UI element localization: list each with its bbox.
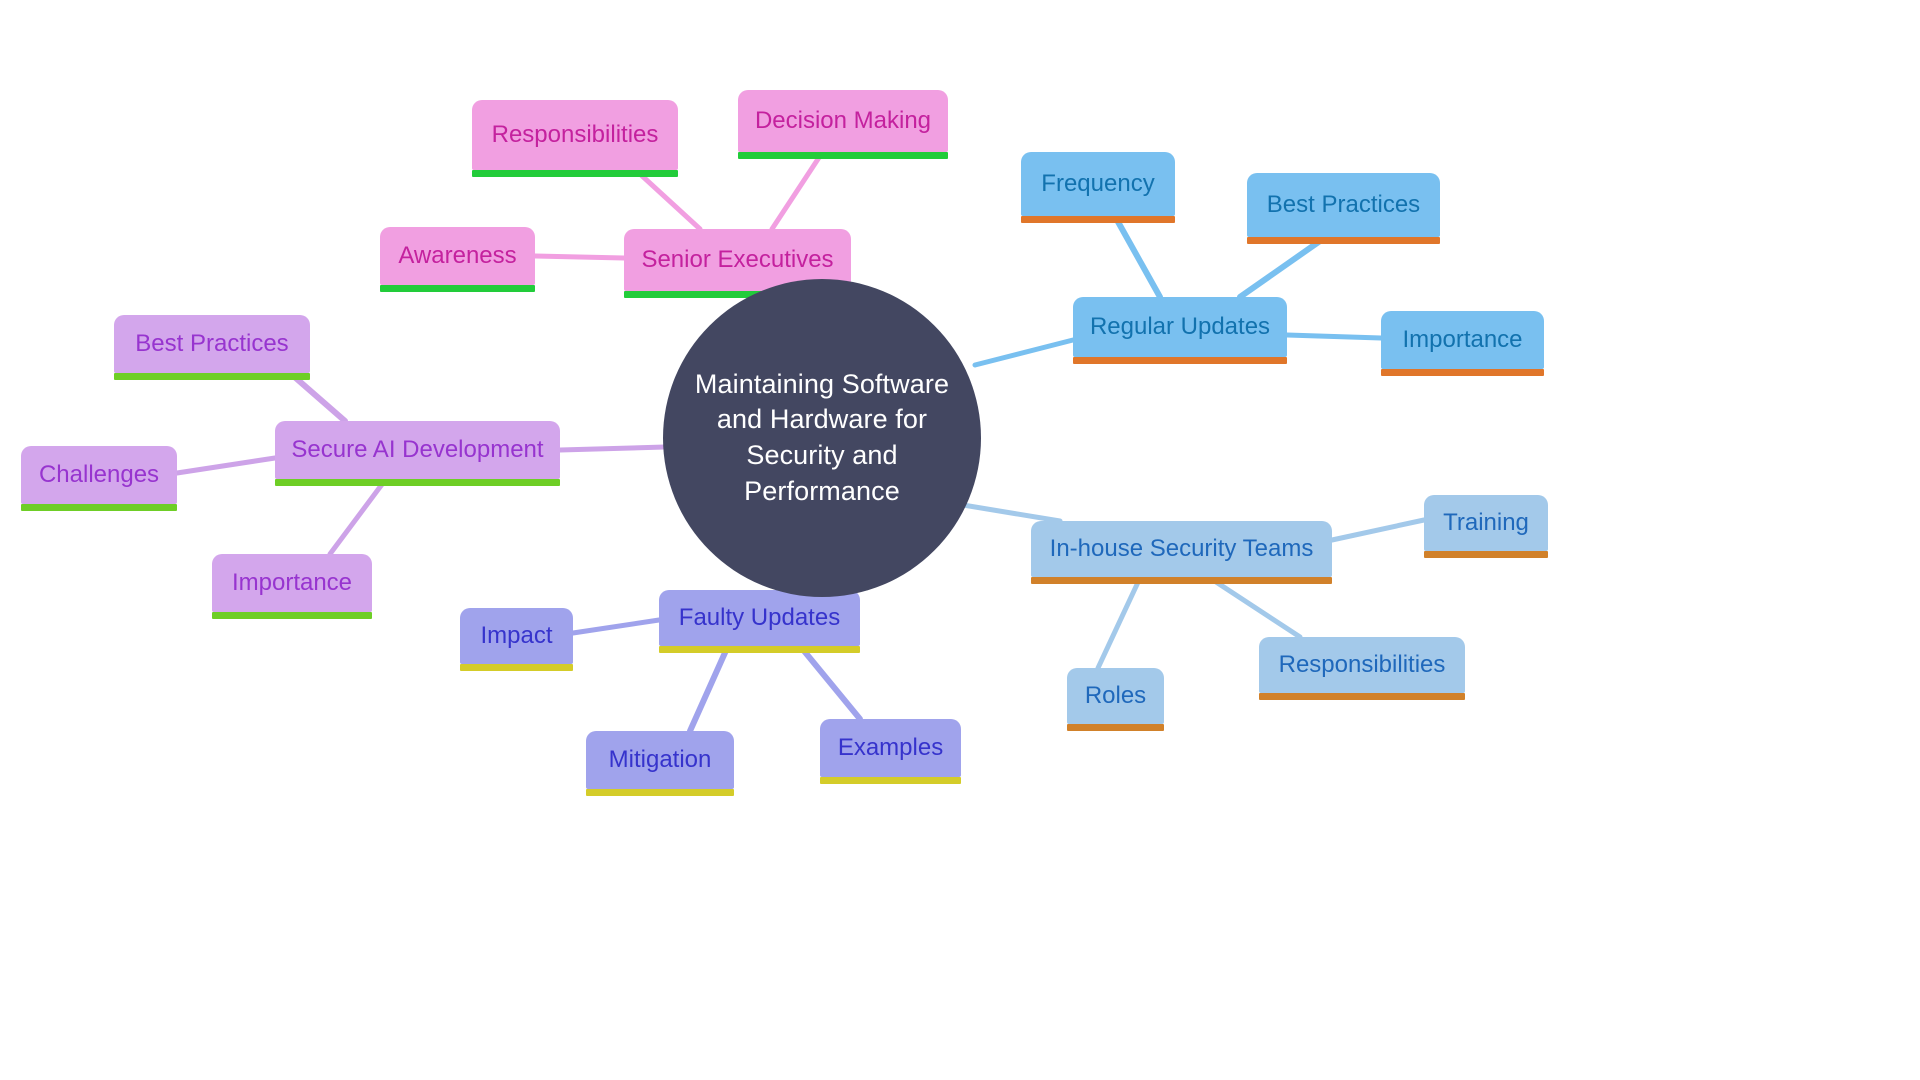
node-label: Mitigation <box>608 745 712 773</box>
node-accent-underline <box>275 479 560 486</box>
node-accent-underline <box>659 646 860 653</box>
edge-senior-executives-to-decision-making <box>769 153 823 232</box>
node-label: Best Practices <box>135 329 289 357</box>
branch-child-node-awareness[interactable]: Awareness <box>380 227 535 292</box>
branch-child-node-frequency[interactable]: Frequency <box>1021 152 1175 223</box>
node-accent-underline <box>820 777 961 784</box>
edge-regular-updates-to-best-practices <box>1237 238 1323 300</box>
node-accent-underline <box>1021 216 1175 223</box>
central-topic-label: Maintaining Software and Hardware for Se… <box>694 368 950 506</box>
node-accent-underline <box>114 373 310 380</box>
node-accent-underline <box>212 612 372 619</box>
node-label: Faulty Updates <box>678 603 841 631</box>
edge-in-house-security-teams-to-roles <box>1095 575 1143 671</box>
node-accent-underline <box>1247 237 1440 244</box>
branch-child-node-best-practices[interactable]: Best Practices <box>114 315 310 380</box>
edge-center-to-secure-ai-development <box>557 444 668 453</box>
branch-child-node-responsibilities[interactable]: Responsibilities <box>1259 637 1465 700</box>
node-accent-underline <box>1424 551 1548 558</box>
node-label: Challenges <box>38 460 160 488</box>
node-label: Roles <box>1084 681 1147 709</box>
branch-child-node-impact[interactable]: Impact <box>460 608 573 671</box>
edge-faulty-updates-to-examples <box>797 643 863 722</box>
node-label: Responsibilities <box>1278 650 1446 678</box>
edge-secure-ai-development-to-importance <box>327 476 389 557</box>
node-label: Secure AI Development <box>291 435 544 463</box>
branch-child-node-examples[interactable]: Examples <box>820 719 961 784</box>
node-accent-underline <box>1031 577 1332 584</box>
central-topic-node[interactable]: Maintaining Software and Hardware for Se… <box>663 279 981 597</box>
node-accent-underline <box>1067 724 1164 731</box>
branch-child-node-best-practices[interactable]: Best Practices <box>1247 173 1440 244</box>
branch-child-node-training[interactable]: Training <box>1424 495 1548 558</box>
branch-child-node-roles[interactable]: Roles <box>1067 668 1164 731</box>
node-accent-underline <box>1259 693 1465 700</box>
node-label: Importance <box>1402 325 1523 353</box>
node-label: In-house Security Teams <box>1049 534 1314 562</box>
node-accent-underline <box>380 285 535 292</box>
node-accent-underline <box>21 504 177 511</box>
node-label: Responsibilities <box>491 120 659 148</box>
branch-root-node-regular-updates[interactable]: Regular Updates <box>1073 297 1287 364</box>
branch-child-node-importance[interactable]: Importance <box>1381 311 1544 376</box>
mindmap-canvas: Maintaining Software and Hardware for Se… <box>0 0 1920 1080</box>
node-label: Regular Updates <box>1089 312 1271 340</box>
edge-in-house-security-teams-to-responsibilities <box>1207 575 1303 640</box>
branch-child-node-mitigation[interactable]: Mitigation <box>586 731 734 796</box>
edge-center-to-regular-updates <box>972 337 1076 368</box>
edge-faulty-updates-to-impact <box>570 617 662 636</box>
node-label: Best Practices <box>1266 190 1421 218</box>
node-accent-underline <box>472 170 678 177</box>
branch-child-node-responsibilities[interactable]: Responsibilities <box>472 100 678 177</box>
edge-senior-executives-to-responsibilities <box>637 171 703 232</box>
node-accent-underline <box>460 664 573 671</box>
node-label: Awareness <box>398 241 517 269</box>
node-label: Frequency <box>1041 169 1155 197</box>
branch-root-node-secure-ai-development[interactable]: Secure AI Development <box>275 421 560 486</box>
branch-child-node-challenges[interactable]: Challenges <box>21 446 177 511</box>
edge-secure-ai-development-to-best-practices <box>287 370 348 424</box>
branch-child-node-decision-making[interactable]: Decision Making <box>738 90 948 159</box>
branch-root-node-faulty-updates[interactable]: Faulty Updates <box>659 590 860 653</box>
node-accent-underline <box>1381 369 1544 376</box>
node-label: Decision Making <box>754 106 932 134</box>
node-accent-underline <box>738 152 948 159</box>
edge-faulty-updates-to-mitigation <box>687 643 731 734</box>
edge-regular-updates-to-frequency <box>1114 217 1163 300</box>
edge-in-house-security-teams-to-training <box>1329 517 1427 543</box>
edge-regular-updates-to-importance <box>1284 332 1384 341</box>
edge-secure-ai-development-to-challenges <box>174 455 278 476</box>
node-label: Importance <box>231 568 353 596</box>
node-label: Senior Executives <box>641 245 834 273</box>
node-label: Impact <box>480 621 553 649</box>
branch-root-node-in-house-security-teams[interactable]: In-house Security Teams <box>1031 521 1332 584</box>
node-label: Training <box>1443 508 1529 536</box>
edge-senior-executives-to-awareness <box>532 253 627 261</box>
node-accent-underline <box>586 789 734 796</box>
node-accent-underline <box>1073 357 1287 364</box>
node-label: Examples <box>837 733 944 761</box>
edge-layer <box>174 153 1427 734</box>
branch-child-node-importance[interactable]: Importance <box>212 554 372 619</box>
